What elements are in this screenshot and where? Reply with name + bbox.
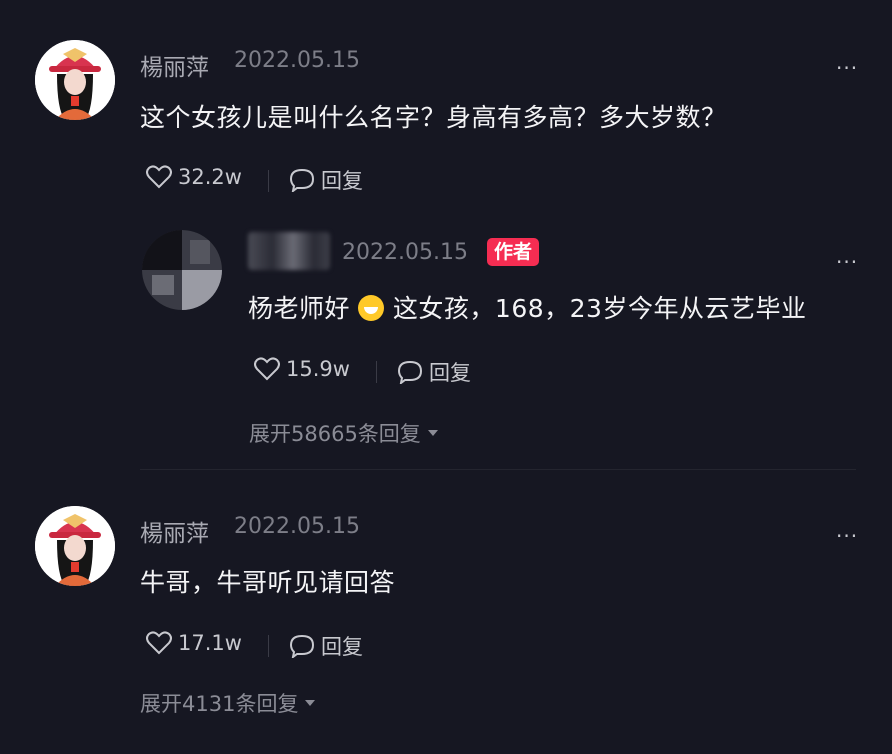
reply-avatar[interactable] xyxy=(142,230,222,310)
reply-date: 2022.05.15 xyxy=(342,240,468,265)
like-button[interactable]: 17.1w xyxy=(146,631,242,655)
like-button[interactable]: 32.2w xyxy=(146,165,242,189)
avatar[interactable] xyxy=(35,40,115,120)
grinning-emoji-icon xyxy=(358,295,385,321)
caret-down-icon xyxy=(427,430,438,436)
avatar-image xyxy=(35,40,115,120)
comment-divider xyxy=(140,469,856,470)
more-options-icon[interactable]: ··· xyxy=(836,250,858,274)
avatar-image xyxy=(35,506,115,586)
reply-text-body: 这女孩，168，23岁今年从云艺毕业 xyxy=(392,294,807,323)
like-button[interactable]: 15.9w xyxy=(254,357,350,381)
reply-label: 回复 xyxy=(321,169,363,193)
more-options-icon[interactable]: ··· xyxy=(836,56,858,80)
expand-replies-button[interactable]: 展开4131条回复 xyxy=(140,688,316,718)
like-count: 32.2w xyxy=(178,165,242,189)
reply-label: 回复 xyxy=(429,361,471,385)
expand-replies-button[interactable]: 展开58665条回复 xyxy=(249,418,439,448)
comment-date: 2022.05.15 xyxy=(234,48,360,73)
blurred-avatar-image xyxy=(142,230,222,310)
action-divider xyxy=(268,635,269,657)
action-divider xyxy=(268,170,269,192)
like-count: 17.1w xyxy=(178,631,242,655)
reply-text-greeting: 杨老师好 xyxy=(248,294,351,323)
caret-down-icon xyxy=(305,700,316,706)
more-options-icon[interactable]: ··· xyxy=(836,524,858,548)
avatar[interactable] xyxy=(35,506,115,586)
reply-button[interactable]: 回复 xyxy=(289,165,363,195)
author-badge: 作者 xyxy=(487,238,540,266)
reply-button[interactable]: 回复 xyxy=(289,631,363,661)
comment-bubble-icon xyxy=(289,634,315,658)
comment-username[interactable]: 楊丽萍 xyxy=(140,514,209,548)
reply-button[interactable]: 回复 xyxy=(397,357,471,387)
heart-icon xyxy=(254,357,280,381)
comment-bubble-icon xyxy=(397,360,423,384)
comment-bubble-icon xyxy=(289,168,315,192)
action-divider xyxy=(376,361,377,383)
comment-text: 牛哥，牛哥听见请回答 xyxy=(140,568,396,597)
expand-replies-label: 展开4131条回复 xyxy=(140,692,299,716)
heart-icon xyxy=(146,165,172,189)
like-count: 15.9w xyxy=(286,357,350,381)
comment-username[interactable]: 楊丽萍 xyxy=(140,48,209,82)
comment-date: 2022.05.15 xyxy=(234,514,360,539)
reply-label: 回复 xyxy=(321,635,363,659)
expand-replies-label: 展开58665条回复 xyxy=(249,422,421,446)
blurred-username[interactable] xyxy=(248,232,330,270)
heart-icon xyxy=(146,631,172,655)
comment-text: 这个女孩儿是叫什么名字？身高有多高？多大岁数？ xyxy=(140,103,727,132)
reply-text: 杨老师好 这女孩，168，23岁今年从云艺毕业 xyxy=(248,289,806,325)
